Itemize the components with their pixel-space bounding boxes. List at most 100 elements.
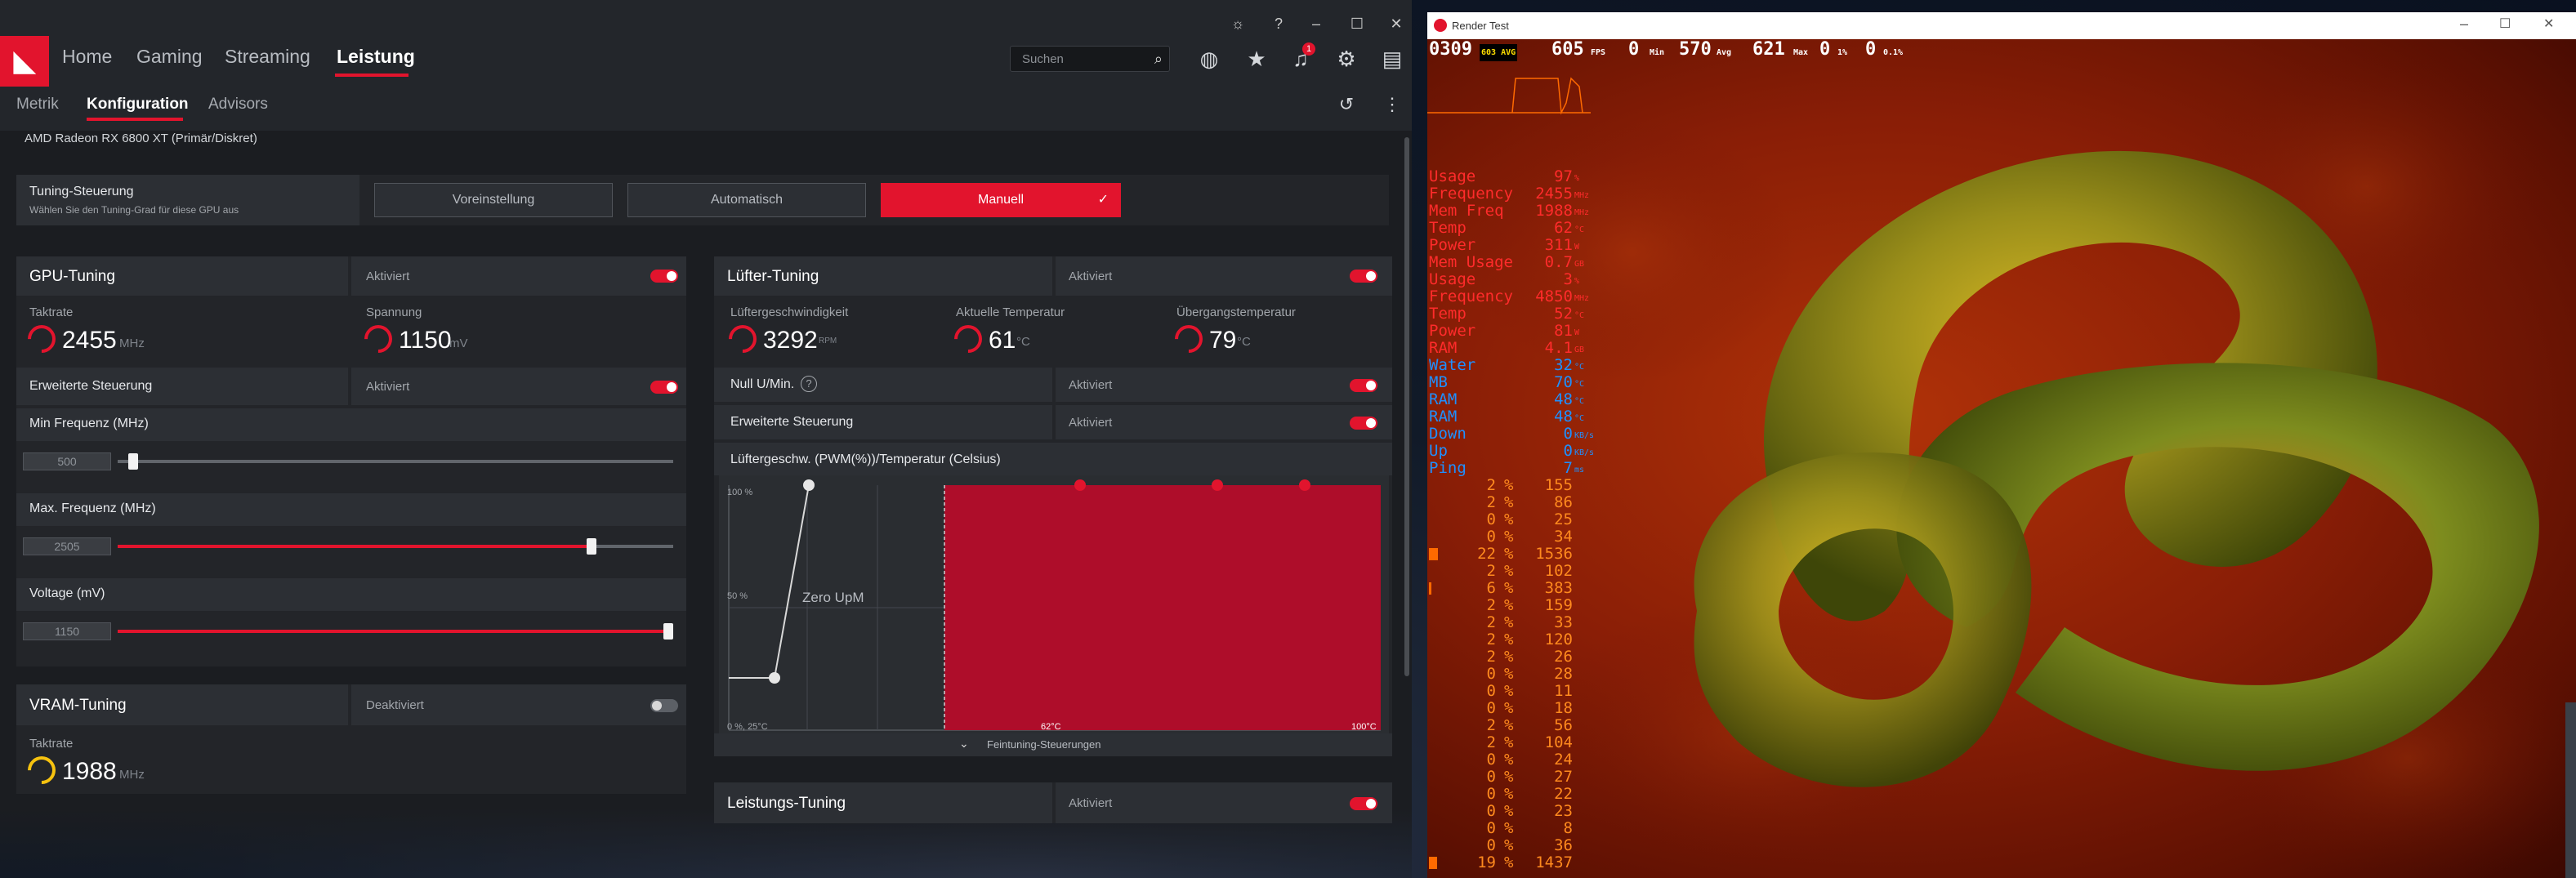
max-freq-track[interactable] [118,545,587,548]
min-freq-track[interactable] [118,460,673,463]
layout-icon[interactable]: ▤ [1377,44,1407,74]
vram-tuning-toggle[interactable] [650,699,678,712]
render-canvas[interactable]: 0309 603 AVG 605 FPS 0 Min 570 Avg 621 Max 0 1% 0 0.1… [1427,39,2576,878]
star-icon[interactable]: ★ [1242,44,1271,74]
fan-tuning-status: Aktiviert [1069,270,1113,283]
maximize-button[interactable]: ☐ [1345,11,1369,36]
osd-core-unit: % [1504,853,1514,871]
clock-value: 2455 [62,327,117,354]
fine-tuning-toggle[interactable]: ⌄ Feintuning-Steuerungen [714,733,1392,756]
clock-label: Taktrate [29,305,74,319]
osd-core-load-bar [1429,582,1431,595]
perf-tuning-toggle[interactable] [1350,797,1377,810]
info-icon[interactable]: ? [801,376,817,392]
osd-core-percent: 2 [1486,648,1496,666]
fan-curve-point[interactable] [1074,479,1086,491]
fan-curve-active-area [944,485,1381,730]
nav-leistung[interactable]: Leistung [337,46,415,68]
fan-curve-point[interactable] [1299,479,1310,491]
current-temp-label: Aktuelle Temperatur [956,305,1065,319]
osd-stat-label: Temp [1429,219,1467,237]
gpu-tuning-status: Aktiviert [366,270,410,283]
tab-advisors[interactable]: Advisors [208,96,268,114]
render-test-titlebar[interactable]: Render Test – ☐ ✕ [1427,12,2576,39]
search-input[interactable]: Suchen ⌕ [1010,46,1170,72]
globe-icon[interactable]: ◍ [1194,44,1224,74]
fan-advanced-toggle[interactable] [1350,417,1377,430]
osd-core-freq: 34 [1554,528,1573,546]
app-icon [1434,19,1447,32]
min-freq-thumb[interactable] [128,453,139,470]
osd-core-unit: % [1504,648,1514,666]
osd-core-unit: % [1504,819,1514,837]
rt-close-button[interactable]: ✕ [2543,16,2554,32]
desktop: ☼ ? – ☐ ✕ ◣ Home Gaming Streaming Leistu… [0,0,2576,878]
fan-curve-point[interactable] [803,479,815,491]
voltage-input[interactable]: 1150 [23,622,111,640]
osd-core-row: 2% 102 [1429,563,1592,580]
nav-active-indicator [335,74,408,77]
osd-stat-row: Frequency 4850 MHz [1429,288,1592,305]
nav-streaming[interactable]: Streaming [225,46,310,68]
tuning-control-title: Tuning-Steuerung [29,185,134,198]
osd-core-row: 0% 27 [1429,769,1592,786]
search-icon[interactable]: ⌕ [1154,51,1163,68]
osd-header-item: 570 [1679,39,1712,60]
osd-stat-label: RAM [1429,390,1458,408]
fan-tuning-title: Lüfter-Tuning [727,268,819,285]
gear-icon[interactable]: ⚙ [1332,44,1361,74]
osd-core-percent: 0 [1486,768,1496,786]
manual-button[interactable]: Manuell ✓ [881,183,1121,217]
osd-core-unit: % [1504,682,1514,700]
max-freq-thumb[interactable] [587,538,597,555]
tab-konfiguration[interactable]: Konfiguration [87,96,189,114]
min-freq-input[interactable]: 500 [23,452,111,470]
osd-core-row: 0% 25 [1429,511,1592,528]
rt-minimize-button[interactable]: – [2460,16,2468,33]
osd-core-row: 0% 36 [1429,837,1592,854]
fan-curve-point[interactable] [1212,479,1223,491]
osd-core-unit: % [1504,785,1514,803]
osd-header-item: Avg [1717,48,1732,57]
zero-rpm-status: Aktiviert [1069,378,1113,392]
gpu-advanced-toggle[interactable] [650,381,678,394]
close-button[interactable]: ✕ [1384,11,1409,36]
help-icon[interactable]: ? [1266,11,1291,36]
scrollbar[interactable] [1404,137,1409,676]
voltage-track[interactable] [118,630,663,633]
osd-core-percent: 0 [1486,682,1496,700]
minimize-button[interactable]: – [1304,11,1328,36]
fan-speed-label: Lüftergeschwindigkeit [730,305,849,319]
nav-gaming[interactable]: Gaming [136,46,203,68]
automatic-button[interactable]: Automatisch [627,183,866,217]
amd-logo-icon[interactable]: ◣ [0,36,49,87]
more-icon[interactable]: ⋮ [1377,90,1407,119]
osd-stat-value: 0 [1563,425,1573,443]
osd-stat-unit: °C [1574,380,1585,389]
osd-header-item: 0.1% [1883,48,1904,57]
nav-home[interactable]: Home [62,46,112,68]
vram-clock-label: Taktrate [29,737,74,751]
osd-core-percent: 2 [1486,631,1496,648]
osd-core-freq: 383 [1544,579,1573,597]
max-freq-input[interactable]: 2505 [23,537,111,555]
bug-icon[interactable]: ☼ [1225,11,1250,36]
osd-stat-row: Temp 62 °C [1429,220,1592,237]
side-edge [2565,702,2576,878]
voltage-thumb[interactable] [663,623,673,640]
fan-curve-x-max: 100°C [1351,722,1377,732]
rt-maximize-button[interactable]: ☐ [2499,16,2511,32]
osd-core-row: 0% 18 [1429,700,1592,717]
zero-rpm-toggle[interactable] [1350,379,1377,392]
gpu-tuning-toggle[interactable] [650,270,678,283]
fan-tuning-toggle[interactable] [1350,270,1377,283]
fan-curve-point[interactable] [769,672,780,684]
reset-icon[interactable]: ↺ [1332,90,1361,119]
osd-stat-unit: °C [1574,225,1585,234]
osd-header-item: 621 [1752,39,1785,60]
osd-core-row: 0% 34 [1429,528,1592,546]
temp-gauge-icon [948,319,989,359]
osd-core-row: 2% 155 [1429,477,1592,494]
preset-button[interactable]: Voreinstellung [374,183,613,217]
tab-metrik[interactable]: Metrik [16,96,59,114]
